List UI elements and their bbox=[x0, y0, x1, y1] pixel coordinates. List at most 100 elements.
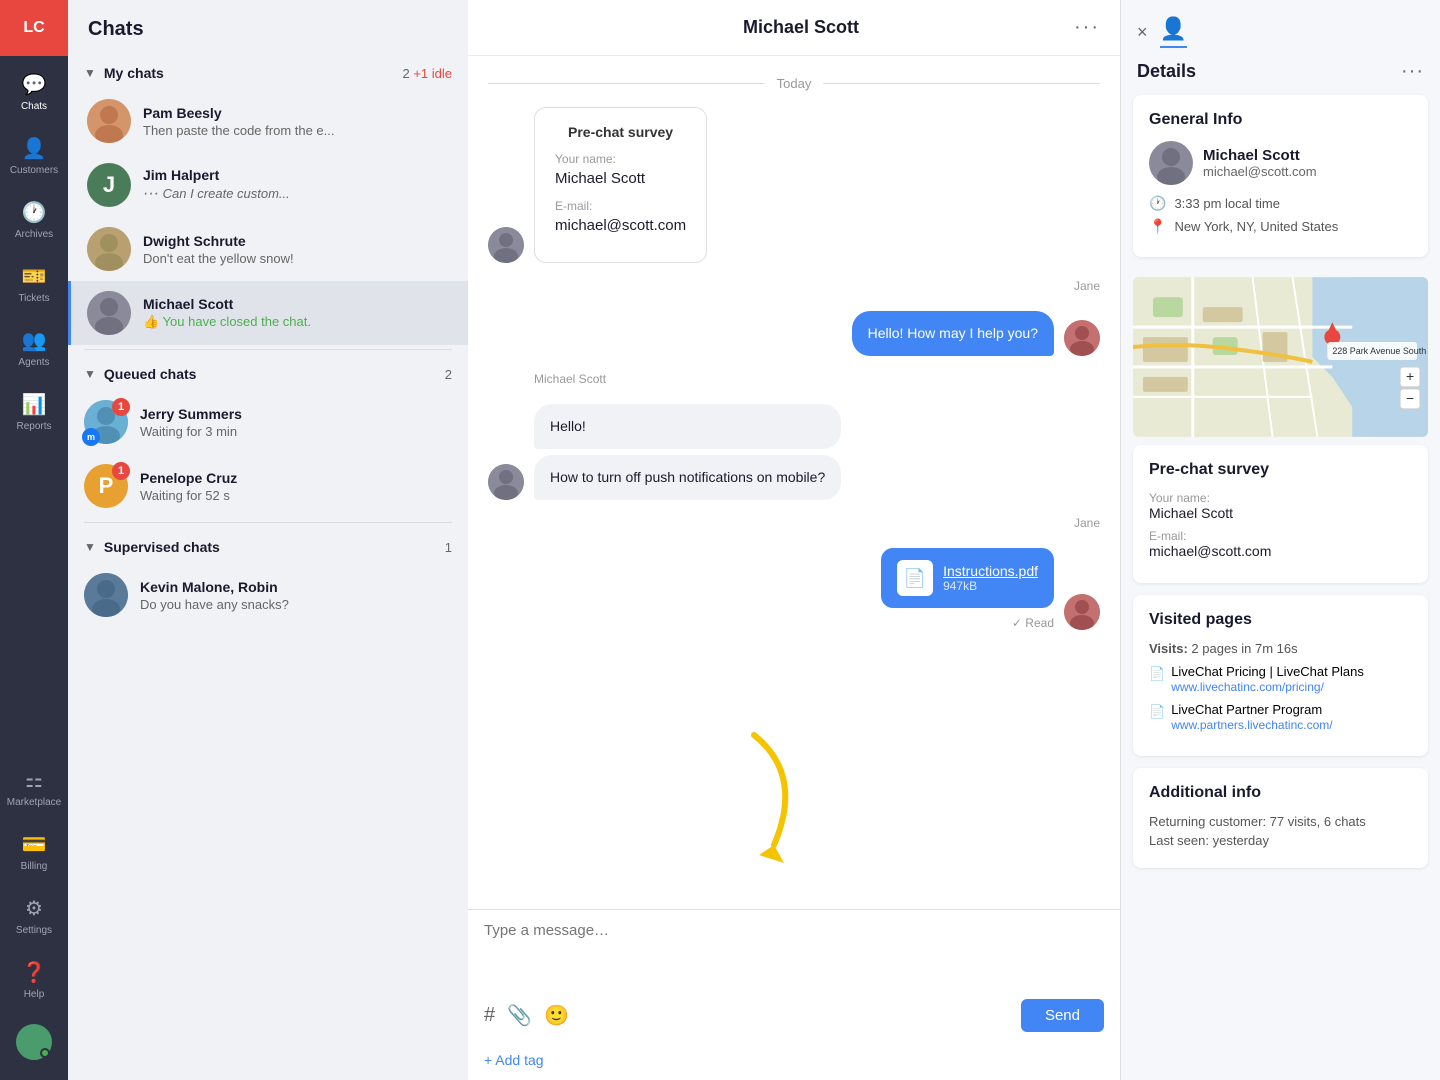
kevin-info: Kevin Malone, Robin Do you have any snac… bbox=[140, 579, 452, 612]
prechat-name-value: Michael Scott bbox=[1149, 505, 1412, 521]
details-more-button[interactable]: ··· bbox=[1401, 60, 1424, 83]
visited-page-link-1[interactable]: www.livechatinc.com/pricing/ bbox=[1171, 680, 1324, 694]
visited-page-info-1: LiveChat Pricing | LiveChat Plans www.li… bbox=[1171, 664, 1364, 694]
archives-icon: 🕐 bbox=[22, 200, 47, 225]
emoji-icon[interactable]: 🙂 bbox=[544, 1003, 569, 1028]
online-status-dot bbox=[40, 1048, 50, 1058]
incoming-message-row-1: Hello! How to turn off push notification… bbox=[488, 404, 1100, 500]
incoming-bubble-pushnotif: How to turn off push notifications on mo… bbox=[534, 455, 841, 500]
details-title: Details bbox=[1137, 61, 1196, 82]
sidebar-item-help[interactable]: ❓ Help bbox=[0, 948, 68, 1012]
dwight-info: Dwight Schrute Don't eat the yellow snow… bbox=[143, 233, 452, 266]
sidebar-item-billing[interactable]: 💳 Billing bbox=[0, 820, 68, 884]
penelope-preview: Waiting for 52 s bbox=[140, 488, 452, 503]
jane-avatar-2 bbox=[1064, 594, 1100, 630]
send-button[interactable]: Send bbox=[1021, 999, 1104, 1032]
details-panel-header: × 👤 bbox=[1121, 0, 1440, 48]
chat-header-more-button[interactable]: ··· bbox=[1074, 16, 1100, 39]
outgoing-bubble-1: Hello! How may I help you? bbox=[852, 311, 1054, 356]
survey-message-row: Pre-chat survey Your name: Michael Scott… bbox=[488, 107, 1100, 263]
sidebar-item-tickets[interactable]: 🎫 Tickets bbox=[0, 252, 68, 316]
add-tag-button[interactable]: + Add tag bbox=[468, 1044, 1120, 1080]
location-icon: 📍 bbox=[1149, 218, 1166, 235]
divider-queued bbox=[84, 349, 452, 350]
chat-input-area: # 📎 🙂 Send + Add tag bbox=[468, 909, 1120, 1080]
general-info-name: Michael Scott bbox=[1203, 147, 1317, 164]
penelope-name: Penelope Cruz bbox=[140, 470, 452, 486]
sidebar-item-agents[interactable]: 👥 Agents bbox=[0, 316, 68, 380]
prechat-email-field: E-mail: michael@scott.com bbox=[1149, 529, 1412, 559]
incoming-bubble-hello: Hello! bbox=[534, 404, 841, 449]
app-logo: LC bbox=[0, 0, 68, 56]
penelope-avatar-wrap: P 1 bbox=[84, 464, 128, 508]
visited-page-info-2: LiveChat Partner Program www.partners.li… bbox=[1171, 702, 1332, 732]
agents-icon: 👥 bbox=[22, 328, 47, 353]
jim-info: Jim Halpert ··· Can I create custom... bbox=[143, 167, 452, 203]
details-panel: × 👤 Details ··· General Info Michael Sco… bbox=[1120, 0, 1440, 1080]
jane-sender-label-2: Jane bbox=[488, 516, 1100, 530]
queued-chats-title: Queued chats bbox=[104, 366, 197, 382]
chat-item-pam-beesly[interactable]: Pam Beesly Then paste the code from the … bbox=[68, 89, 468, 153]
sidebar-item-customers[interactable]: 👤 Customers bbox=[0, 124, 68, 188]
general-info-time: 🕐 3:33 pm local time bbox=[1149, 195, 1412, 212]
read-status: ✓ Read bbox=[1012, 616, 1054, 630]
sidebar-item-chats[interactable]: 💬 Chats bbox=[0, 60, 68, 124]
general-info-card: General Info Michael Scott michael@scott… bbox=[1133, 95, 1428, 257]
file-name: Instructions.pdf bbox=[943, 563, 1038, 579]
kevin-preview: Do you have any snacks? bbox=[140, 597, 452, 612]
pam-preview: Then paste the code from the e... bbox=[143, 123, 452, 138]
general-info-location: 📍 New York, NY, United States bbox=[1149, 218, 1412, 235]
visited-page-link-2[interactable]: www.partners.livechatinc.com/ bbox=[1171, 718, 1332, 732]
nav-sidebar: LC 💬 Chats 👤 Customers 🕐 Archives 🎫 Tick… bbox=[0, 0, 68, 1080]
chat-header: Michael Scott ··· bbox=[468, 0, 1120, 56]
attachment-icon[interactable]: 📎 bbox=[507, 1003, 532, 1028]
customers-icon: 👤 bbox=[22, 136, 47, 161]
my-chats-collapse-icon[interactable]: ▼ bbox=[84, 66, 96, 80]
chat-item-dwight-schrute[interactable]: Dwight Schrute Don't eat the yellow snow… bbox=[68, 217, 468, 281]
outgoing-file-row: 📄 Instructions.pdf 947kB ✓ Read bbox=[488, 548, 1100, 630]
returning-customer: Returning customer: 77 visits, 6 chats bbox=[1149, 814, 1412, 829]
sidebar-item-archives[interactable]: 🕐 Archives bbox=[0, 188, 68, 252]
jane-avatar-1 bbox=[1064, 320, 1100, 356]
supervised-item-kevin-malone[interactable]: Kevin Malone, Robin Do you have any snac… bbox=[68, 563, 468, 627]
hashtag-icon[interactable]: # bbox=[484, 1004, 495, 1027]
file-bubble[interactable]: 📄 Instructions.pdf 947kB bbox=[881, 548, 1054, 608]
visited-page-1: 📄 LiveChat Pricing | LiveChat Plans www.… bbox=[1149, 664, 1412, 694]
details-close-button[interactable]: × bbox=[1137, 22, 1148, 43]
details-person-tab[interactable]: 👤 bbox=[1160, 16, 1187, 48]
prechat-email-label: E-mail: bbox=[1149, 529, 1412, 543]
dwight-avatar bbox=[87, 227, 131, 271]
queued-item-jerry-summers[interactable]: m 1 Jerry Summers Waiting for 3 min bbox=[68, 390, 468, 454]
message-input[interactable] bbox=[484, 922, 1104, 982]
sidebar-item-marketplace[interactable]: ⚏ Marketplace bbox=[0, 756, 68, 820]
survey-title: Pre-chat survey bbox=[555, 124, 686, 140]
billing-icon: 💳 bbox=[22, 832, 47, 857]
jerry-avatar-wrap: m 1 bbox=[84, 400, 128, 444]
additional-info-title: Additional info bbox=[1149, 784, 1412, 802]
penelope-info: Penelope Cruz Waiting for 52 s bbox=[140, 470, 452, 503]
file-size: 947kB bbox=[943, 579, 1038, 593]
general-info-avatar bbox=[1149, 141, 1193, 185]
queued-chats-collapse-icon[interactable]: ▼ bbox=[84, 367, 96, 381]
pam-avatar bbox=[87, 99, 131, 143]
survey-sender-avatar bbox=[488, 227, 524, 263]
survey-name-value: Michael Scott bbox=[555, 170, 686, 187]
queued-chats-section-header: ▼ Queued chats 2 bbox=[68, 354, 468, 390]
prechat-survey-title: Pre-chat survey bbox=[1149, 461, 1412, 479]
dwight-preview: Don't eat the yellow snow! bbox=[143, 251, 452, 266]
chat-item-jim-halpert[interactable]: J Jim Halpert ··· Can I create custom... bbox=[68, 153, 468, 217]
jerry-badge: 1 bbox=[112, 398, 130, 416]
file-info: Instructions.pdf 947kB bbox=[943, 563, 1038, 593]
chat-messages: Today Pre-chat survey Your name: Michael… bbox=[468, 56, 1120, 909]
chat-item-michael-scott[interactable]: Michael Scott 👍 You have closed the chat… bbox=[68, 281, 468, 345]
chats-panel-header: Chats bbox=[68, 0, 468, 53]
sidebar-item-reports[interactable]: 📊 Reports bbox=[0, 380, 68, 444]
jane-sender-label: Jane bbox=[488, 279, 1100, 293]
details-title-bar: Details ··· bbox=[1121, 48, 1440, 95]
user-avatar[interactable] bbox=[16, 1024, 52, 1060]
queued-chats-count: 2 bbox=[445, 367, 452, 382]
queued-item-penelope-cruz[interactable]: P 1 Penelope Cruz Waiting for 52 s bbox=[68, 454, 468, 518]
sidebar-item-settings[interactable]: ⚙ Settings bbox=[0, 884, 68, 948]
prechat-email-value: michael@scott.com bbox=[1149, 543, 1412, 559]
supervised-chats-collapse-icon[interactable]: ▼ bbox=[84, 540, 96, 554]
